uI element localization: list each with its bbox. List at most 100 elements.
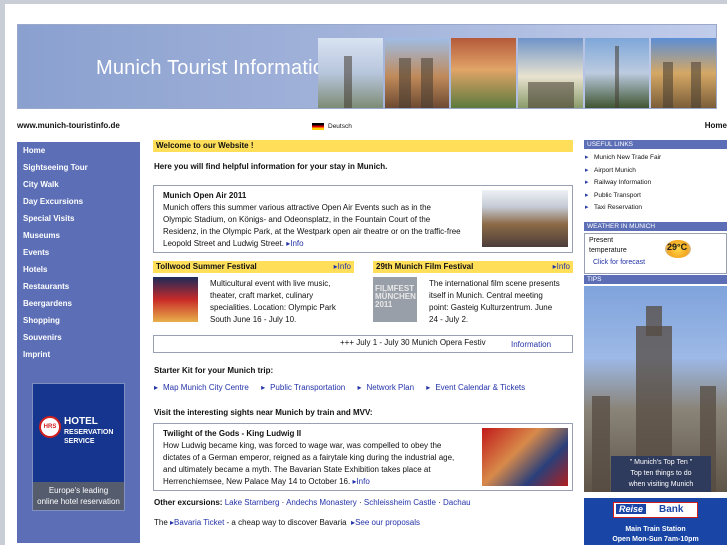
bavaria-ticket-line: The ▸Bavaria Ticket - a cheap way to dis… — [154, 518, 420, 527]
open-air-info-label: Info — [290, 239, 304, 249]
schleissheim-castle-link[interactable]: Schleissheim Castle — [364, 498, 436, 507]
lake-starnberg-link[interactable]: Lake Starnberg — [225, 498, 280, 507]
nav-item-souvenirs[interactable]: Souvenirs — [17, 329, 140, 346]
sights-title: Visit the interesting sights near Munich… — [154, 408, 373, 417]
nav-item-museums[interactable]: Museums — [17, 227, 140, 244]
header-photo-nymphenburg — [518, 38, 583, 108]
site-header: Munich Tourist Information — [17, 24, 717, 109]
welcome-heading: Welcome to our Website ! — [153, 140, 573, 152]
bavaria-ticket-description: - a cheap way to discover Bavaria — [226, 518, 347, 527]
tips-caption-line-3: when visiting Munich — [628, 481, 694, 488]
public-transportation-link[interactable]: ▸ Public Transportation — [261, 383, 350, 392]
home-link[interactable]: Home — [705, 121, 727, 130]
reisebank-location: Main Train Station — [625, 526, 686, 533]
main-navigation: Home Sightseeing Tour City Walk Day Excu… — [17, 142, 140, 543]
useful-link-taxi[interactable]: Taxi Reservation — [584, 202, 727, 215]
open-air-photo[interactable] — [482, 190, 568, 247]
tips-caption: " Munich's Top Ten " Top ten things to d… — [611, 456, 711, 492]
film-festival-image-text: FILMFEST MÜNCHEN 2011 — [375, 284, 416, 309]
nav-item-shopping[interactable]: Shopping — [17, 312, 140, 329]
hrs-ad-line-hotel: HOTEL — [64, 416, 98, 427]
nav-item-restaurants[interactable]: Restaurants — [17, 278, 140, 295]
open-air-line: Munich offers this summer various attrac… — [163, 203, 431, 212]
tollwood-photo[interactable] — [153, 277, 198, 322]
nav-item-day-excursions[interactable]: Day Excursions — [17, 193, 140, 210]
ludwig-line: Herrenchiemsee, New Palace May 14 to Oct… — [163, 476, 483, 488]
useful-link-public-transport[interactable]: Public Transport — [584, 190, 727, 203]
arrow-right-icon: ▸ — [261, 383, 266, 392]
german-flag-icon[interactable] — [312, 123, 324, 130]
open-air-line: Residenz, in the Olympic Park, at the We… — [163, 227, 461, 237]
useful-link-railway[interactable]: Railway Information — [584, 177, 727, 190]
open-air-box: Munich Open Air 2011 Munich offers this … — [153, 185, 573, 253]
hrs-ad-line-service: SERVICE — [64, 438, 95, 445]
nav-item-city-walk[interactable]: City Walk — [17, 176, 140, 193]
reisebank-hours: Open Mon-Sun 7am-10pm — [612, 536, 699, 543]
tollwood-line: specialities. Location: Olympic Park — [210, 303, 336, 313]
language-link[interactable]: Deutsch — [328, 123, 352, 130]
nav-item-events[interactable]: Events — [17, 244, 140, 261]
open-air-info-link[interactable]: ▸Info — [286, 239, 303, 248]
arrow-right-icon: ▸ — [154, 383, 159, 392]
nav-item-imprint[interactable]: Imprint — [17, 346, 140, 363]
reisebank-ad[interactable]: Reise Bank Main Train Station Open Mon-S… — [584, 498, 727, 545]
nav-item-special-visits[interactable]: Special Visits — [17, 210, 140, 227]
weather-heading: WEATHER IN MUNICH — [584, 222, 727, 231]
ludwig-line: dictates of a German emperor, reigned as… — [163, 453, 455, 463]
reisebank-logo-reise: Reise — [616, 504, 647, 514]
weather-label-present: Present — [589, 237, 614, 244]
tips-caption-line-2: Top ten things to do — [630, 470, 692, 477]
event-calendar-label: Event Calendar & Tickets — [435, 383, 526, 392]
hrs-hotel-ad[interactable]: HRS HOTEL RESERVATION SERVICE Europe's l… — [32, 383, 125, 511]
nav-item-home[interactable]: Home — [17, 142, 140, 159]
film-festival-line: point: Gasteig Kulturzentrum. June — [429, 303, 553, 313]
ludwig-line: How Ludwig became king, was forced to wa… — [163, 441, 442, 450]
film-festival-photo[interactable]: FILMFEST MÜNCHEN 2011 — [373, 277, 417, 322]
tollwood-title: Tollwood Summer Festival — [156, 262, 257, 271]
ticker-text: +++ July 1 - July 30 Munich Opera Festiv — [340, 338, 486, 347]
weather-widget: Present temperature 29°C Click for forec… — [584, 233, 727, 274]
network-plan-link[interactable]: ▸ Network Plan — [357, 383, 419, 392]
temperature-value: 29°C — [667, 242, 688, 252]
bavaria-ticket-label: Bavaria Ticket — [174, 518, 225, 527]
film-festival-heading: 29th Munich Film Festival ▸Info — [373, 261, 573, 273]
nav-item-sightseeing-tour[interactable]: Sightseeing Tour — [17, 159, 140, 176]
ludwig-info-link[interactable]: ▸Info — [352, 477, 369, 486]
useful-link-airport[interactable]: Airport Munich — [584, 165, 727, 178]
header-photo-frauenkirche — [384, 38, 450, 108]
event-calendar-link[interactable]: ▸ Event Calendar & Tickets — [426, 383, 530, 392]
film-festival-title: 29th Munich Film Festival — [376, 262, 474, 271]
tollwood-line: theater, craft market, culinary — [210, 291, 314, 301]
andechs-monastery-link[interactable]: Andechs Monastery — [286, 498, 357, 507]
open-air-line: Leopold Street and Ludwig Street. ▸Info — [163, 238, 461, 250]
ticker-information-link[interactable]: Information — [511, 340, 551, 349]
nav-item-beergardens[interactable]: Beergardens — [17, 295, 140, 312]
map-city-centre-label: Map Munich City Centre — [163, 383, 249, 392]
tips-heading: TIPS — [584, 275, 727, 284]
tollwood-info-label: Info — [337, 262, 351, 271]
main-content: Welcome to our Website ! Here you will f… — [153, 140, 573, 545]
film-festival-line: 24 - July 2. — [429, 315, 469, 325]
map-city-centre-link[interactable]: ▸ Map Munich City Centre — [154, 383, 254, 392]
starter-kit-links: ▸ Map Munich City Centre ▸ Public Transpor… — [154, 383, 535, 392]
useful-links-list: Munich New Trade Fair Airport Munich Rai… — [584, 149, 727, 215]
ludwig-photo[interactable] — [482, 428, 568, 486]
top-ten-tips-banner[interactable]: " Munich's Top Ten " Top ten things to d… — [584, 286, 727, 492]
forecast-link[interactable]: Click for forecast — [593, 259, 645, 266]
see-proposals-link[interactable]: ▸See our proposals — [351, 518, 420, 527]
useful-links-heading: USEFUL LINKS — [584, 140, 727, 149]
film-festival-info-link[interactable]: ▸Info — [553, 261, 570, 273]
bavaria-ticket-link[interactable]: ▸Bavaria Ticket — [170, 518, 224, 527]
useful-link-trade-fair[interactable]: Munich New Trade Fair — [584, 152, 727, 165]
other-excursions: Other excursions: Lake Starnberg · Andec… — [154, 498, 471, 507]
tollwood-text: Multicultural event with live music, the… — [210, 278, 350, 326]
header-photo-market — [451, 38, 517, 108]
ludwig-box: Twilight of the Gods - King Ludwig II Ho… — [153, 423, 573, 491]
dachau-link[interactable]: Dachau — [443, 498, 471, 507]
hrs-ad-caption-line-1: Europe's leading — [48, 486, 109, 495]
film-festival-line: itself in Munich. Central meeting — [429, 291, 543, 301]
nav-item-hotels[interactable]: Hotels — [17, 261, 140, 278]
tollwood-info-link[interactable]: ▸Info — [334, 261, 351, 273]
arrow-right-icon: ▸ — [426, 383, 431, 392]
tollwood-heading: Tollwood Summer Festival ▸Info — [153, 261, 354, 273]
